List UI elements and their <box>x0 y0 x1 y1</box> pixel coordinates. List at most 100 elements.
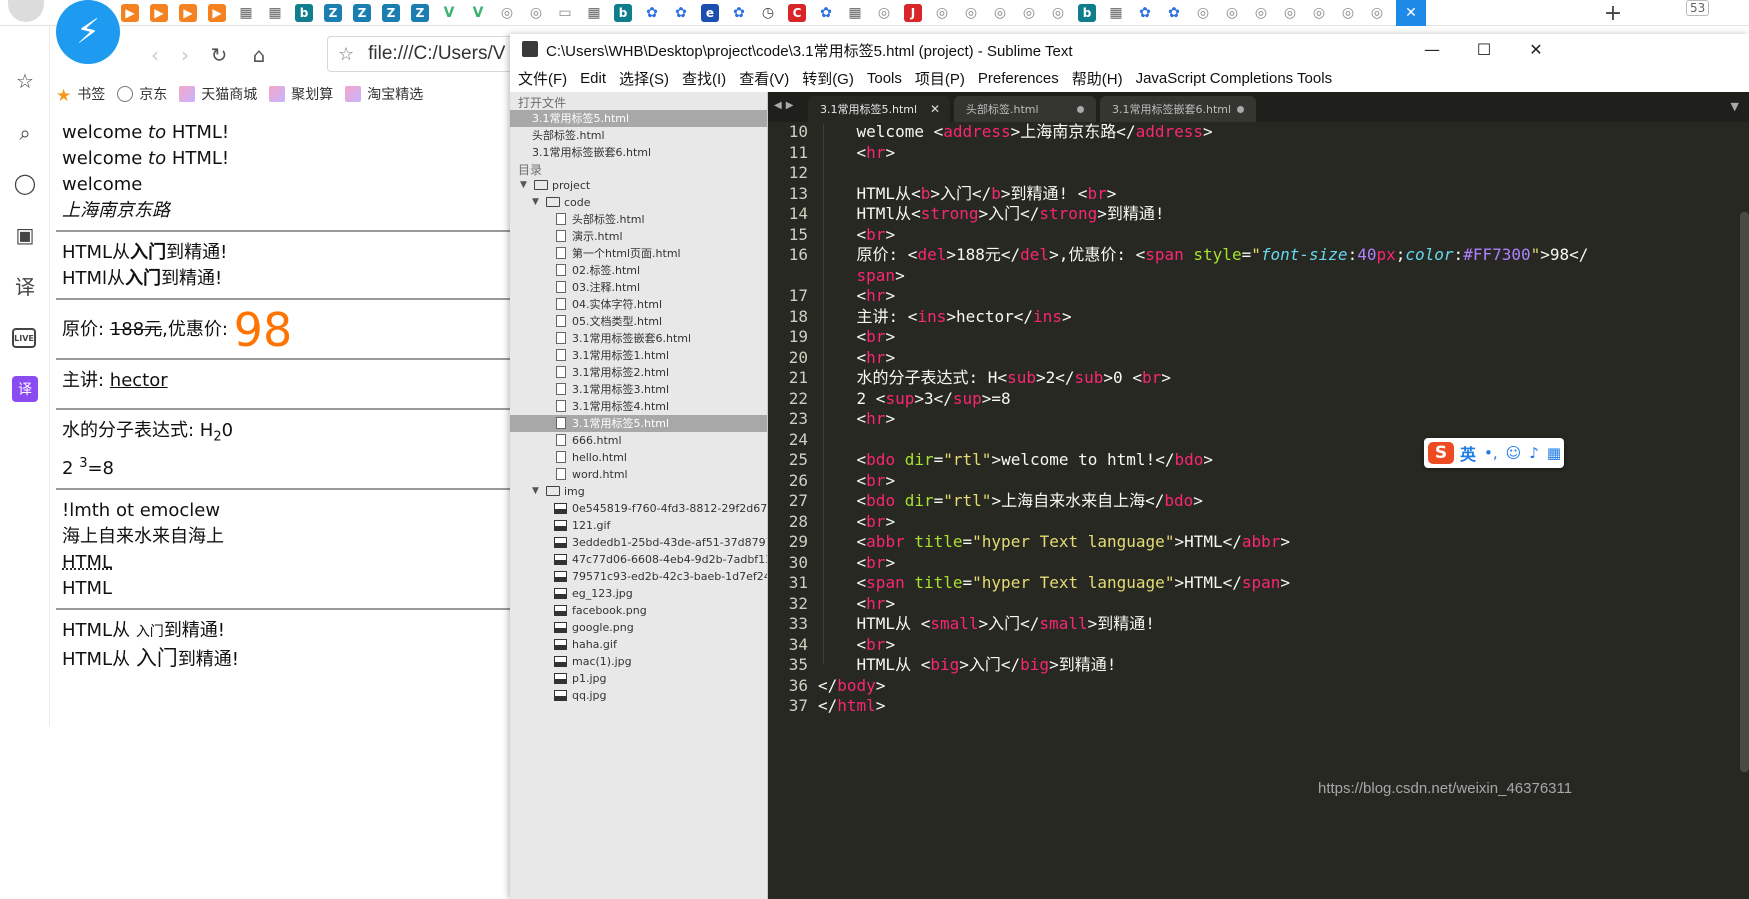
sidebar-file-item[interactable]: 666.html <box>510 432 767 449</box>
back-button[interactable]: ‹ <box>140 40 170 70</box>
sidebar-file-item[interactable]: 03.注释.html <box>510 279 767 296</box>
browser-tab[interactable]: ▦ <box>843 2 867 24</box>
browser-tab[interactable]: ◎ <box>1336 2 1360 24</box>
browser-tab[interactable]: ◎ <box>1249 2 1273 24</box>
user-avatar[interactable] <box>8 0 44 22</box>
browser-tab[interactable]: ◎ <box>1278 2 1302 24</box>
reload-icon[interactable]: ↻ <box>204 40 234 70</box>
browser-tab[interactable]: ▦ <box>234 2 258 24</box>
close-tab-icon[interactable]: ✕ <box>1396 0 1426 26</box>
browser-tab[interactable]: e <box>698 2 722 24</box>
sidebar-file-item[interactable]: word.html <box>510 466 767 483</box>
open-file-item[interactable]: 3.1常用标签嵌套6.html <box>510 144 767 161</box>
editor-tab-active[interactable]: 3.1常用标签5.html ✕ <box>808 96 950 122</box>
sidebar-file-item[interactable]: 3.1常用标签嵌套6.html <box>510 330 767 347</box>
code-editor[interactable]: 10 11 12 13 14 15 16 17 18 19 20 21 22 23 24 25 26 27 28 29… <box>768 122 1749 899</box>
browser-tab[interactable]: ◷ <box>756 2 780 24</box>
sidebar-file-item[interactable]: hello.html <box>510 449 767 466</box>
unsaved-dot-icon[interactable] <box>1077 105 1084 113</box>
editor-tab[interactable]: 头部标签.html <box>954 96 1096 122</box>
menu-help[interactable]: 帮助(H) <box>1072 68 1123 89</box>
sidebar-file-item[interactable]: 05.文档类型.html <box>510 313 767 330</box>
menu-edit[interactable]: Edit <box>580 70 606 87</box>
browser-tab[interactable]: ✿ <box>1133 2 1157 24</box>
folder-img[interactable]: ▼ img <box>510 483 767 500</box>
sidebar-file-item[interactable]: 3.1常用标签3.html <box>510 381 767 398</box>
browser-tab[interactable]: ▶ <box>147 2 171 24</box>
sidebar-image-item[interactable]: google.png <box>510 619 767 636</box>
bookmark-item[interactable]: 聚划算 <box>269 84 333 104</box>
keyboard-icon[interactable]: ▦ <box>1547 444 1561 462</box>
browser-tab[interactable]: ▦ <box>1104 2 1128 24</box>
browser-tab[interactable]: ◎ <box>1046 2 1070 24</box>
browser-tab[interactable]: Z <box>350 2 374 24</box>
browser-tab[interactable]: C <box>785 2 809 24</box>
sidebar-image-item[interactable]: 47c77d06-6608-4eb4-9d2b-7adbf138 <box>510 551 767 568</box>
browser-tab[interactable]: ▦ <box>582 2 606 24</box>
folder-project[interactable]: ▼ project <box>510 177 767 194</box>
minimize-button[interactable]: — <box>1404 34 1460 64</box>
video-icon[interactable]: ▣ <box>12 222 38 248</box>
emoji-icon[interactable]: ☺ <box>1506 444 1522 462</box>
sidebar-image-item[interactable]: p1.jpg <box>510 670 767 687</box>
menu-preferences[interactable]: Preferences <box>978 70 1059 87</box>
browser-tab[interactable]: b <box>1075 2 1099 24</box>
sidebar-image-item[interactable]: facebook.png <box>510 602 767 619</box>
sidebar-file-item[interactable]: 02.标签.html <box>510 262 767 279</box>
browser-tab[interactable]: ▶ <box>118 2 142 24</box>
browser-tab[interactable]: ◎ <box>959 2 983 24</box>
expand-arrow-icon[interactable]: ▼ <box>532 483 539 500</box>
address-text[interactable]: file:///C:/Users/V <box>368 43 505 65</box>
menu-tools[interactable]: Tools <box>867 70 902 87</box>
browser-tab[interactable]: ▶ <box>176 2 200 24</box>
browser-tab[interactable]: ▦ <box>263 2 287 24</box>
sogou-ime-logo-icon[interactable]: S <box>1428 442 1454 464</box>
browser-tab[interactable]: ◎ <box>930 2 954 24</box>
browser-tab[interactable]: ◎ <box>988 2 1012 24</box>
sidebar-file-item[interactable]: 第一个html页面.html <box>510 245 767 262</box>
forward-button[interactable]: › <box>170 40 200 70</box>
bookmark-item[interactable]: ★ 书签 <box>56 84 105 105</box>
browser-tab[interactable]: ✿ <box>1162 2 1186 24</box>
browser-tab[interactable]: Z <box>321 2 345 24</box>
sidebar-image-item[interactable]: 79571c93-ed2b-42c3-baeb-1d7ef24b <box>510 568 767 585</box>
sidebar-image-item[interactable]: qq.jpg <box>510 687 767 704</box>
open-file-item[interactable]: 头部标签.html <box>510 127 767 144</box>
tab-dropdown-icon[interactable]: ▼ <box>1731 100 1739 113</box>
sidebar-image-item[interactable]: 3eddedb1-25bd-43de-af51-37d87970 <box>510 534 767 551</box>
browser-tab[interactable]: V <box>437 2 461 24</box>
bookmark-item[interactable]: 天猫商城 <box>179 84 257 104</box>
translate-icon[interactable]: 译 <box>12 272 38 299</box>
live-icon[interactable]: LIVE <box>12 328 36 348</box>
bookmark-item[interactable]: 京东 <box>117 84 167 104</box>
punctuation-icon[interactable]: •, <box>1484 444 1498 462</box>
sidebar-image-item[interactable]: 0e545819-f760-4fd3-8812-29f2d6701 <box>510 500 767 517</box>
menu-view[interactable]: 查看(V) <box>739 68 789 89</box>
browser-tab[interactable]: b <box>611 2 635 24</box>
menu-find[interactable]: 查找(I) <box>682 68 726 89</box>
open-file-item[interactable]: 3.1常用标签5.html <box>510 110 767 127</box>
browser-tab[interactable]: ✿ <box>669 2 693 24</box>
sidebar-file-item[interactable]: 3.1常用标签1.html <box>510 347 767 364</box>
expand-arrow-icon[interactable]: ▼ <box>532 194 539 211</box>
browser-tab[interactable]: ▭ <box>553 2 577 24</box>
chat-icon[interactable]: ◯ <box>12 170 38 196</box>
browser-tab[interactable]: ◎ <box>872 2 896 24</box>
browser-tab[interactable]: ✿ <box>640 2 664 24</box>
editor-tab[interactable]: 3.1常用标签嵌套6.html <box>1100 96 1256 122</box>
menu-selection[interactable]: 选择(S) <box>619 68 669 89</box>
new-tab-button[interactable]: + <box>1599 0 1627 26</box>
menu-file[interactable]: 文件(F) <box>518 68 567 89</box>
microphone-icon[interactable]: ♪ <box>1529 444 1539 462</box>
close-window-button[interactable]: ✕ <box>1508 34 1564 64</box>
browser-tab[interactable]: ◎ <box>1307 2 1331 24</box>
sidebar-file-item[interactable]: 头部标签.html <box>510 211 767 228</box>
menu-js-completions[interactable]: JavaScript Completions Tools <box>1136 70 1332 87</box>
browser-tab[interactable]: ✿ <box>814 2 838 24</box>
browser-tab[interactable]: Z <box>379 2 403 24</box>
sidebar-image-item[interactable]: mac(1).jpg <box>510 653 767 670</box>
sidebar-file-item[interactable]: 3.1常用标签2.html <box>510 364 767 381</box>
editor-scrollbar[interactable] <box>1740 212 1749 772</box>
ime-toolbar[interactable]: S 英 •, ☺ ♪ ▦ <box>1424 438 1564 468</box>
tab-count-badge[interactable]: 53 <box>1686 0 1710 16</box>
